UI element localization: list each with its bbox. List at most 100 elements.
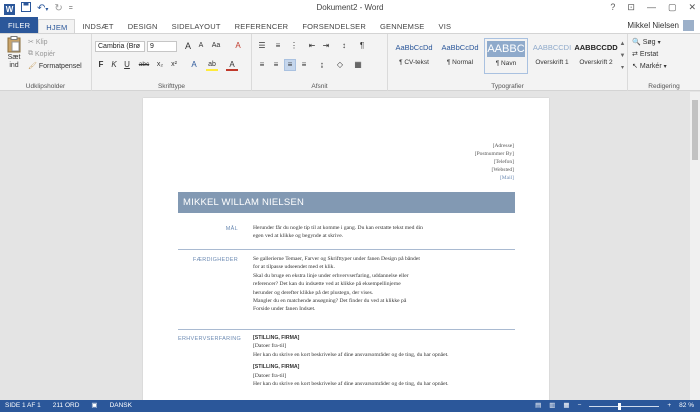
contact-mail[interactable]: [Mail]	[475, 174, 514, 182]
contact-website[interactable]: [Websted]	[475, 166, 514, 174]
zoom-slider-knob[interactable]	[618, 402, 622, 410]
help-button[interactable]: ?	[610, 2, 615, 13]
close-button[interactable]: ✕	[688, 2, 696, 13]
editing-group: 🔍 Søg ▾ ⇄ Erstat ↖ Markér ▾ Redigering	[628, 34, 700, 91]
search-icon: 🔍	[632, 39, 641, 46]
decrease-indent-button[interactable]: ⇤	[306, 40, 318, 52]
text-line: Forside under fanen Indsæt.	[253, 306, 316, 313]
section-divider	[178, 249, 515, 250]
text-effects-button[interactable]: A	[188, 59, 200, 71]
replace-label: Erstat	[639, 50, 659, 58]
highlight-button[interactable]: ab	[206, 59, 218, 71]
underline-button[interactable]: U	[121, 59, 133, 71]
replace-button[interactable]: ⇄ Erstat	[632, 50, 659, 59]
line-spacing-button[interactable]: ↨	[316, 59, 328, 71]
justify-button[interactable]: ≡	[298, 59, 310, 71]
user-account[interactable]: Mikkel Nielsen	[627, 20, 694, 31]
italic-button[interactable]: K	[108, 59, 120, 71]
contact-phone[interactable]: [Telefon]	[475, 158, 514, 166]
superscript-button[interactable]: x²	[168, 59, 180, 71]
text-line: for at tilpasse udseendet med et klik.	[253, 264, 335, 271]
chevron-down-icon: ▾	[657, 39, 661, 46]
align-right-button[interactable]: ≡	[284, 59, 296, 71]
font-size-combo[interactable]: 9	[147, 41, 177, 52]
tab-references[interactable]: REFERENCER	[228, 19, 296, 34]
zoom-out-button[interactable]: −	[578, 400, 582, 412]
contact-postal[interactable]: [Postnummer By]	[475, 150, 514, 158]
paste-label-top: Sæt	[7, 54, 21, 61]
goal-section-text[interactable]: Herunder får du nogle tip til at komme i…	[253, 224, 515, 241]
vertical-scrollbar[interactable]	[690, 92, 700, 400]
contact-address[interactable]: [Adresse]	[475, 142, 514, 150]
ribbon-tabs: FILER HJEM INDSÆT DESIGN SIDELAYOUT REFE…	[0, 17, 700, 34]
page-count[interactable]: SIDE 1 AF 1	[5, 400, 41, 412]
tab-insert[interactable]: INDSÆT	[75, 19, 120, 34]
styles-group-label: Typografier	[491, 83, 524, 90]
increase-indent-button[interactable]: ⇥	[320, 40, 332, 52]
zoom-slider[interactable]	[589, 402, 660, 410]
web-layout-icon[interactable]: ▦	[563, 400, 569, 412]
align-left-button[interactable]: ≡	[256, 59, 268, 71]
align-center-button[interactable]: ≡	[270, 59, 282, 71]
minimize-button[interactable]: —	[647, 2, 656, 13]
language[interactable]: DANSK	[110, 400, 132, 412]
font-name-combo[interactable]: Cambria (Brø	[95, 41, 145, 52]
shrink-font-button[interactable]: A	[195, 40, 207, 52]
numbering-button[interactable]: ≡	[272, 40, 284, 52]
bold-button[interactable]: F	[95, 59, 107, 71]
cut-button[interactable]: ✂ Klip	[28, 38, 48, 47]
find-button[interactable]: 🔍 Søg ▾	[632, 38, 661, 47]
change-case-button[interactable]: Aa	[210, 40, 222, 52]
style-cv-text[interactable]: AaBbCcDd ¶ CV-tekst	[392, 38, 436, 74]
tab-file[interactable]: FILER	[0, 17, 39, 34]
word-count[interactable]: 211 ORD	[53, 400, 80, 412]
resume-name[interactable]: MIKKEL WILLAM NIELSEN	[178, 192, 515, 213]
clipboard-group: Sæt ind ✂ Klip ⧉ Kopiér 🖌 Formatpensel U…	[0, 34, 92, 91]
cut-label: Klip	[35, 38, 48, 46]
read-mode-icon[interactable]: ▤	[535, 400, 541, 412]
zoom-level[interactable]: 82 %	[679, 400, 694, 412]
skills-section-text[interactable]: Se gallerierne Temaer, Farver og Skriftt…	[253, 255, 515, 314]
grow-font-button[interactable]: A	[182, 40, 194, 52]
style-heading-2[interactable]: AABBCCDD Overskrift 2	[574, 38, 618, 74]
styles-scroll[interactable]: ▲ ▼ ▾	[618, 38, 627, 74]
job-title: [STILLING, FIRMA]	[253, 335, 300, 341]
paintbrush-icon: 🖌	[28, 63, 37, 70]
text-line: referencer? Det kan du indsætte ved at k…	[253, 281, 401, 288]
shading-button[interactable]: ◇	[334, 59, 346, 71]
paste-button[interactable]: Sæt ind	[4, 36, 24, 76]
bullets-button[interactable]: ☰	[256, 40, 268, 52]
style-heading-1[interactable]: AABBCCDI Overskrift 1	[530, 38, 574, 74]
scrollbar-thumb[interactable]	[692, 100, 698, 160]
clipboard-group-label: Udklipsholder	[25, 83, 66, 90]
document-page[interactable]: [Adresse] [Postnummer By] [Telefon] [Web…	[143, 98, 549, 400]
select-button[interactable]: ↖ Markér ▾	[632, 62, 667, 71]
format-painter-button[interactable]: 🖌 Formatpensel	[28, 62, 82, 71]
ribbon-display-button[interactable]: ⊡	[627, 2, 635, 13]
styles-group: AaBbCcDd ¶ CV-tekst AaBbCcDd ¶ Normal AA…	[388, 34, 628, 91]
strikethrough-button[interactable]: abc	[138, 59, 150, 71]
copy-button[interactable]: ⧉ Kopiér	[28, 50, 55, 58]
print-layout-icon[interactable]: ▥	[549, 400, 555, 412]
tab-design[interactable]: DESIGN	[121, 19, 165, 34]
experience-section-text[interactable]: [STILLING, FIRMA] [Datoer fra-til] Her k…	[253, 334, 515, 388]
tab-view[interactable]: VIS	[432, 19, 459, 34]
tab-mailings[interactable]: FORSENDELSER	[295, 19, 373, 34]
tab-review[interactable]: GENNEMSE	[373, 19, 432, 34]
status-bar: SIDE 1 AF 1 211 ORD ▣ DANSK ▤ ▥ ▦ − + 82…	[0, 400, 700, 412]
multilevel-list-button[interactable]: ⋮	[288, 40, 300, 52]
text-line: Herunder får du nogle tip til at komme i…	[253, 225, 423, 231]
borders-button[interactable]: ▦	[352, 59, 364, 71]
font-color-button[interactable]: A	[226, 59, 238, 71]
style-name-style[interactable]: AABBC ¶ Navn	[484, 38, 528, 74]
tab-home[interactable]: HJEM	[38, 19, 76, 34]
sort-button[interactable]: ↕	[338, 40, 350, 52]
subscript-button[interactable]: x₂	[154, 59, 166, 71]
style-normal[interactable]: AaBbCcDd ¶ Normal	[438, 38, 482, 74]
proofing-icon[interactable]: ▣	[91, 400, 97, 412]
show-marks-button[interactable]: ¶	[356, 40, 368, 52]
clear-formatting-button[interactable]: A	[232, 40, 244, 52]
tab-page-layout[interactable]: SIDELAYOUT	[165, 19, 228, 34]
zoom-in-button[interactable]: +	[667, 400, 671, 412]
restore-button[interactable]: ▢	[668, 2, 677, 13]
